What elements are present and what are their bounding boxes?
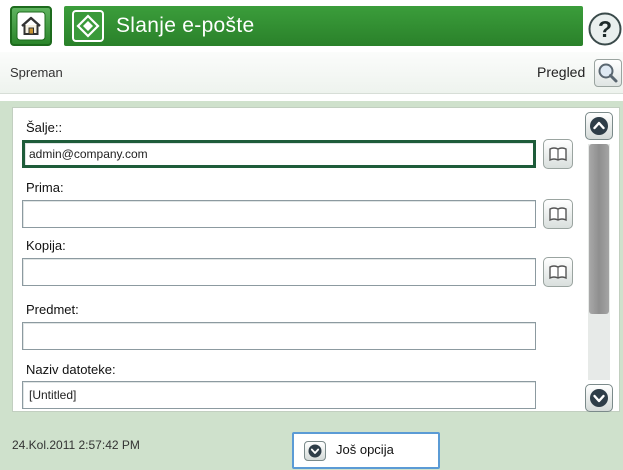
home-icon	[16, 11, 46, 41]
address-book-icon	[549, 147, 567, 162]
filename-field[interactable]: [Untitled]	[22, 381, 536, 409]
more-options-label: Još opcija	[336, 442, 394, 457]
more-options-button[interactable]: Još opcija	[292, 432, 440, 469]
datetime: 24.Kol.2011 2:57:42 PM	[12, 438, 140, 452]
scrollbar-thumb[interactable]	[589, 144, 609, 314]
cc-field[interactable]	[22, 258, 536, 286]
from-address-book-button[interactable]	[543, 139, 573, 169]
help-button[interactable]: ?	[588, 12, 622, 46]
svg-text:?: ?	[598, 16, 612, 42]
footer-bar: 24.Kol.2011 2:57:42 PM Još opcija	[0, 417, 623, 470]
address-book-icon	[549, 207, 567, 222]
filename-label: Naziv datoteke:	[26, 362, 116, 377]
scroll-up-button[interactable]	[585, 112, 613, 140]
to-field[interactable]	[22, 200, 536, 228]
scroll-down-button[interactable]	[585, 384, 613, 412]
subject-field[interactable]	[22, 322, 536, 350]
preview-label: Pregled	[537, 64, 586, 80]
start-icon	[76, 14, 100, 38]
more-options-icon-box	[304, 441, 326, 461]
email-screen: Slanje e-pošte ? Spreman Pregled Šalje::…	[0, 0, 623, 470]
chevron-down-icon	[308, 444, 322, 458]
title-bar: Slanje e-pošte ?	[0, 0, 623, 50]
start-button[interactable]	[72, 10, 104, 42]
subject-label: Predmet:	[26, 302, 79, 317]
app-title: Slanje e-pošte	[116, 14, 255, 37]
address-book-icon	[549, 265, 567, 280]
cc-address-book-button[interactable]	[543, 257, 573, 287]
from-field[interactable]: admin@company.com	[22, 140, 536, 168]
from-label: Šalje::	[26, 120, 63, 135]
chevron-down-icon	[590, 389, 608, 407]
status-bar: Spreman Pregled	[0, 52, 623, 94]
chevron-up-icon	[590, 117, 608, 135]
preview-button[interactable]	[594, 59, 622, 87]
status-text: Spreman	[10, 65, 63, 80]
help-icon: ?	[588, 12, 622, 46]
home-button[interactable]	[10, 6, 52, 46]
to-label: Prima:	[26, 180, 64, 195]
cc-label: Kopija:	[26, 238, 66, 253]
magnifier-icon	[598, 63, 618, 83]
to-address-book-button[interactable]	[543, 199, 573, 229]
